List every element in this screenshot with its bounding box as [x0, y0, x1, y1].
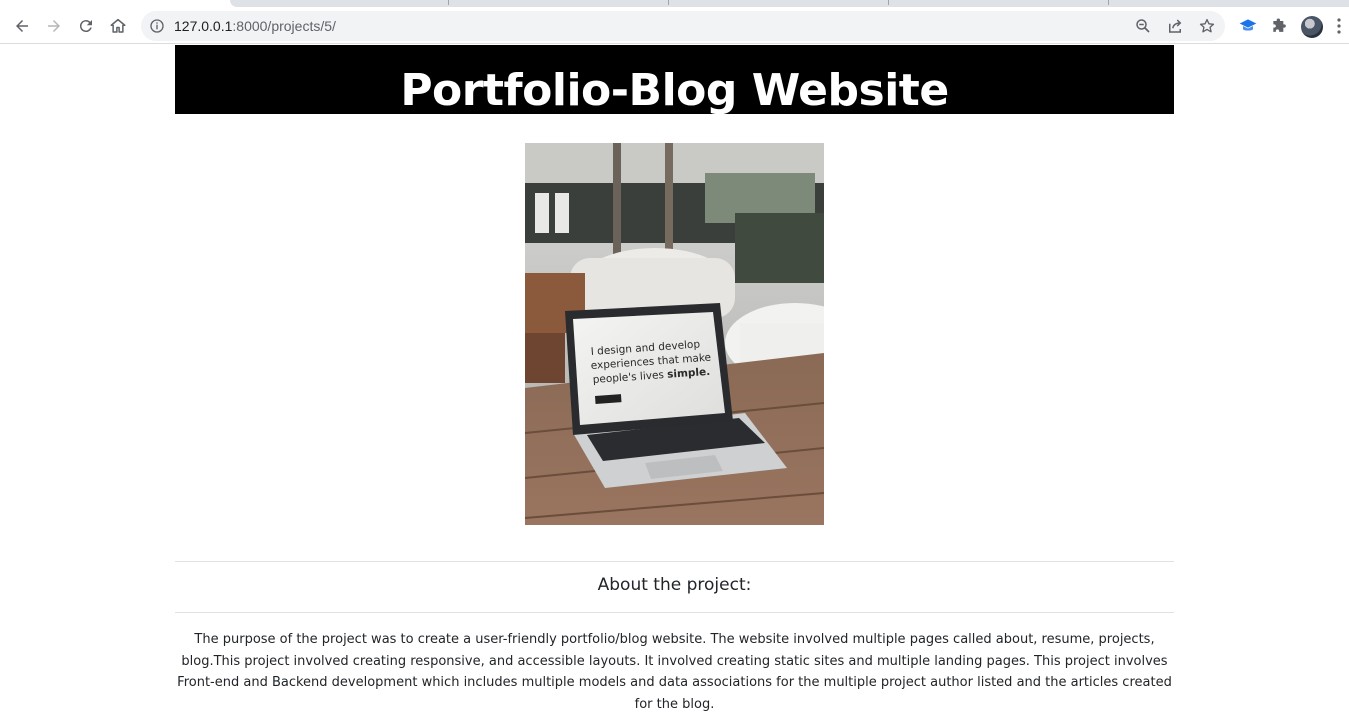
project-image: I design and develop experiences that ma… [525, 143, 824, 525]
divider-top [175, 561, 1174, 562]
tab-separator [668, 0, 669, 5]
kebab-menu-icon[interactable] [1337, 18, 1341, 34]
site-banner: Portfolio-Blog Website [175, 45, 1174, 114]
reload-icon [79, 20, 92, 33]
share-icon[interactable] [1166, 17, 1184, 35]
browser-toolbar: 127.0.0.1:8000/projects/5/ [0, 8, 1349, 44]
laptop-photo: I design and develop experiences that ma… [525, 143, 824, 525]
forward-arrow-icon [48, 20, 60, 32]
back-button[interactable] [8, 12, 36, 40]
page-title: Portfolio-Blog Website [400, 65, 949, 114]
url-host: 127.0.0.1 [174, 18, 233, 34]
about-description: The purpose of the project was to create… [177, 632, 1172, 712]
home-button[interactable] [104, 12, 132, 40]
tab-separator [888, 0, 889, 5]
graduation-cap-icon[interactable] [1238, 16, 1258, 36]
tab-strip [0, 0, 1349, 8]
url-path: :8000/projects/5/ [232, 18, 336, 34]
zoom-out-icon[interactable] [1134, 17, 1152, 35]
about-heading: About the project: [597, 575, 752, 595]
tabs-bar[interactable] [230, 0, 1349, 7]
page-content: Portfolio-Blog Website I design and deve… [0, 45, 1349, 712]
home-icon [110, 18, 126, 33]
reload-button[interactable] [72, 12, 100, 40]
tab-separator [1108, 0, 1109, 5]
info-icon[interactable] [149, 18, 165, 34]
url-text[interactable]: 127.0.0.1:8000/projects/5/ [174, 18, 336, 34]
avatar[interactable] [1301, 16, 1323, 38]
puzzle-icon[interactable] [1270, 16, 1290, 36]
forward-button[interactable] [40, 12, 68, 40]
tab-separator [448, 0, 449, 5]
address-bar[interactable]: 127.0.0.1:8000/projects/5/ [141, 11, 1225, 41]
divider-bottom [175, 612, 1174, 613]
back-arrow-icon [16, 20, 28, 32]
star-icon[interactable] [1198, 17, 1216, 35]
